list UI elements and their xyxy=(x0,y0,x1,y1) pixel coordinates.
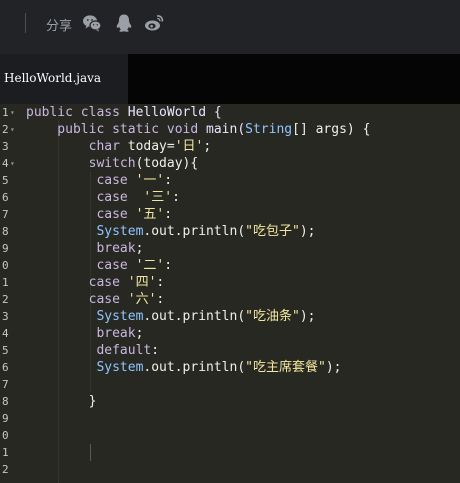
line-number: 8 xyxy=(2,225,9,238)
code-line: public static void main(String[] args) { xyxy=(26,122,371,137)
code-editor[interactable]: 1 ▾ 2 ▾ 3 4 ▾ 5 6 7 8 9 0 1 2 3 4 5 6 7 8 9… xyxy=(0,104,460,483)
code-line: case '二': xyxy=(26,258,173,273)
fold-arrow-icon[interactable]: ▾ xyxy=(10,155,15,172)
code-line: public class HelloWorld { xyxy=(26,105,222,120)
line-number: 9 xyxy=(2,242,9,255)
code-line: System.out.println("吃包子"); xyxy=(26,224,316,239)
line-number: 0 xyxy=(2,259,9,272)
code-line: } xyxy=(26,394,97,409)
tab-helloworld-java[interactable]: HelloWorld.java xyxy=(0,54,128,104)
code-line: case '三': xyxy=(26,190,180,205)
code-line: case '四': xyxy=(26,275,165,290)
line-number: 3 xyxy=(2,310,9,323)
line-number: 2 ▾ xyxy=(2,121,15,138)
line-number: 4 xyxy=(2,327,9,340)
top-toolbar: 分享 xyxy=(0,0,460,54)
line-number-gutter: 1 ▾ 2 ▾ 3 4 ▾ 5 6 7 8 9 0 1 2 3 4 5 6 7 8 9… xyxy=(0,104,20,483)
line-number: 5 xyxy=(2,174,9,187)
line-number: 7 xyxy=(2,208,9,221)
line-number: 1 ▾ xyxy=(2,104,15,121)
line-number: 0 xyxy=(2,429,9,442)
fold-arrow-icon[interactable]: ▾ xyxy=(10,121,15,138)
line-number: 5 xyxy=(2,344,9,357)
code-line: break; xyxy=(26,241,144,256)
line-number: 1 xyxy=(2,276,9,289)
line-number: 6 xyxy=(2,191,9,204)
code-line: break; xyxy=(26,326,144,341)
code-line: System.out.println("吃主席套餐"); xyxy=(26,360,342,375)
text-cursor xyxy=(90,444,91,461)
code-line: char today='日'; xyxy=(26,139,212,154)
code-line: switch(today){ xyxy=(26,156,199,171)
code-line: System.out.println("吃油条"); xyxy=(26,309,316,324)
qq-icon[interactable] xyxy=(114,13,134,33)
line-number: 9 xyxy=(2,412,9,425)
line-number: 6 xyxy=(2,361,9,374)
line-number: 2 xyxy=(2,463,9,476)
toolbar-divider xyxy=(25,13,26,33)
code-line: case '六': xyxy=(26,292,165,307)
line-number: 2 xyxy=(2,293,9,306)
line-number: 8 xyxy=(2,395,9,408)
wechat-icon[interactable] xyxy=(82,13,102,33)
line-number: 7 xyxy=(2,378,9,391)
line-number: 1 xyxy=(2,446,9,459)
line-number: 3 xyxy=(2,140,9,153)
weibo-icon[interactable] xyxy=(144,13,164,33)
tab-strip: HelloWorld.java xyxy=(0,54,460,104)
code-line: case '一': xyxy=(26,173,173,188)
fold-arrow-icon[interactable]: ▾ xyxy=(10,104,15,121)
code-line: default: xyxy=(26,343,160,358)
share-label: 分享 xyxy=(46,18,73,33)
code-line: case '五': xyxy=(26,207,173,222)
line-number: 4 ▾ xyxy=(2,155,15,172)
